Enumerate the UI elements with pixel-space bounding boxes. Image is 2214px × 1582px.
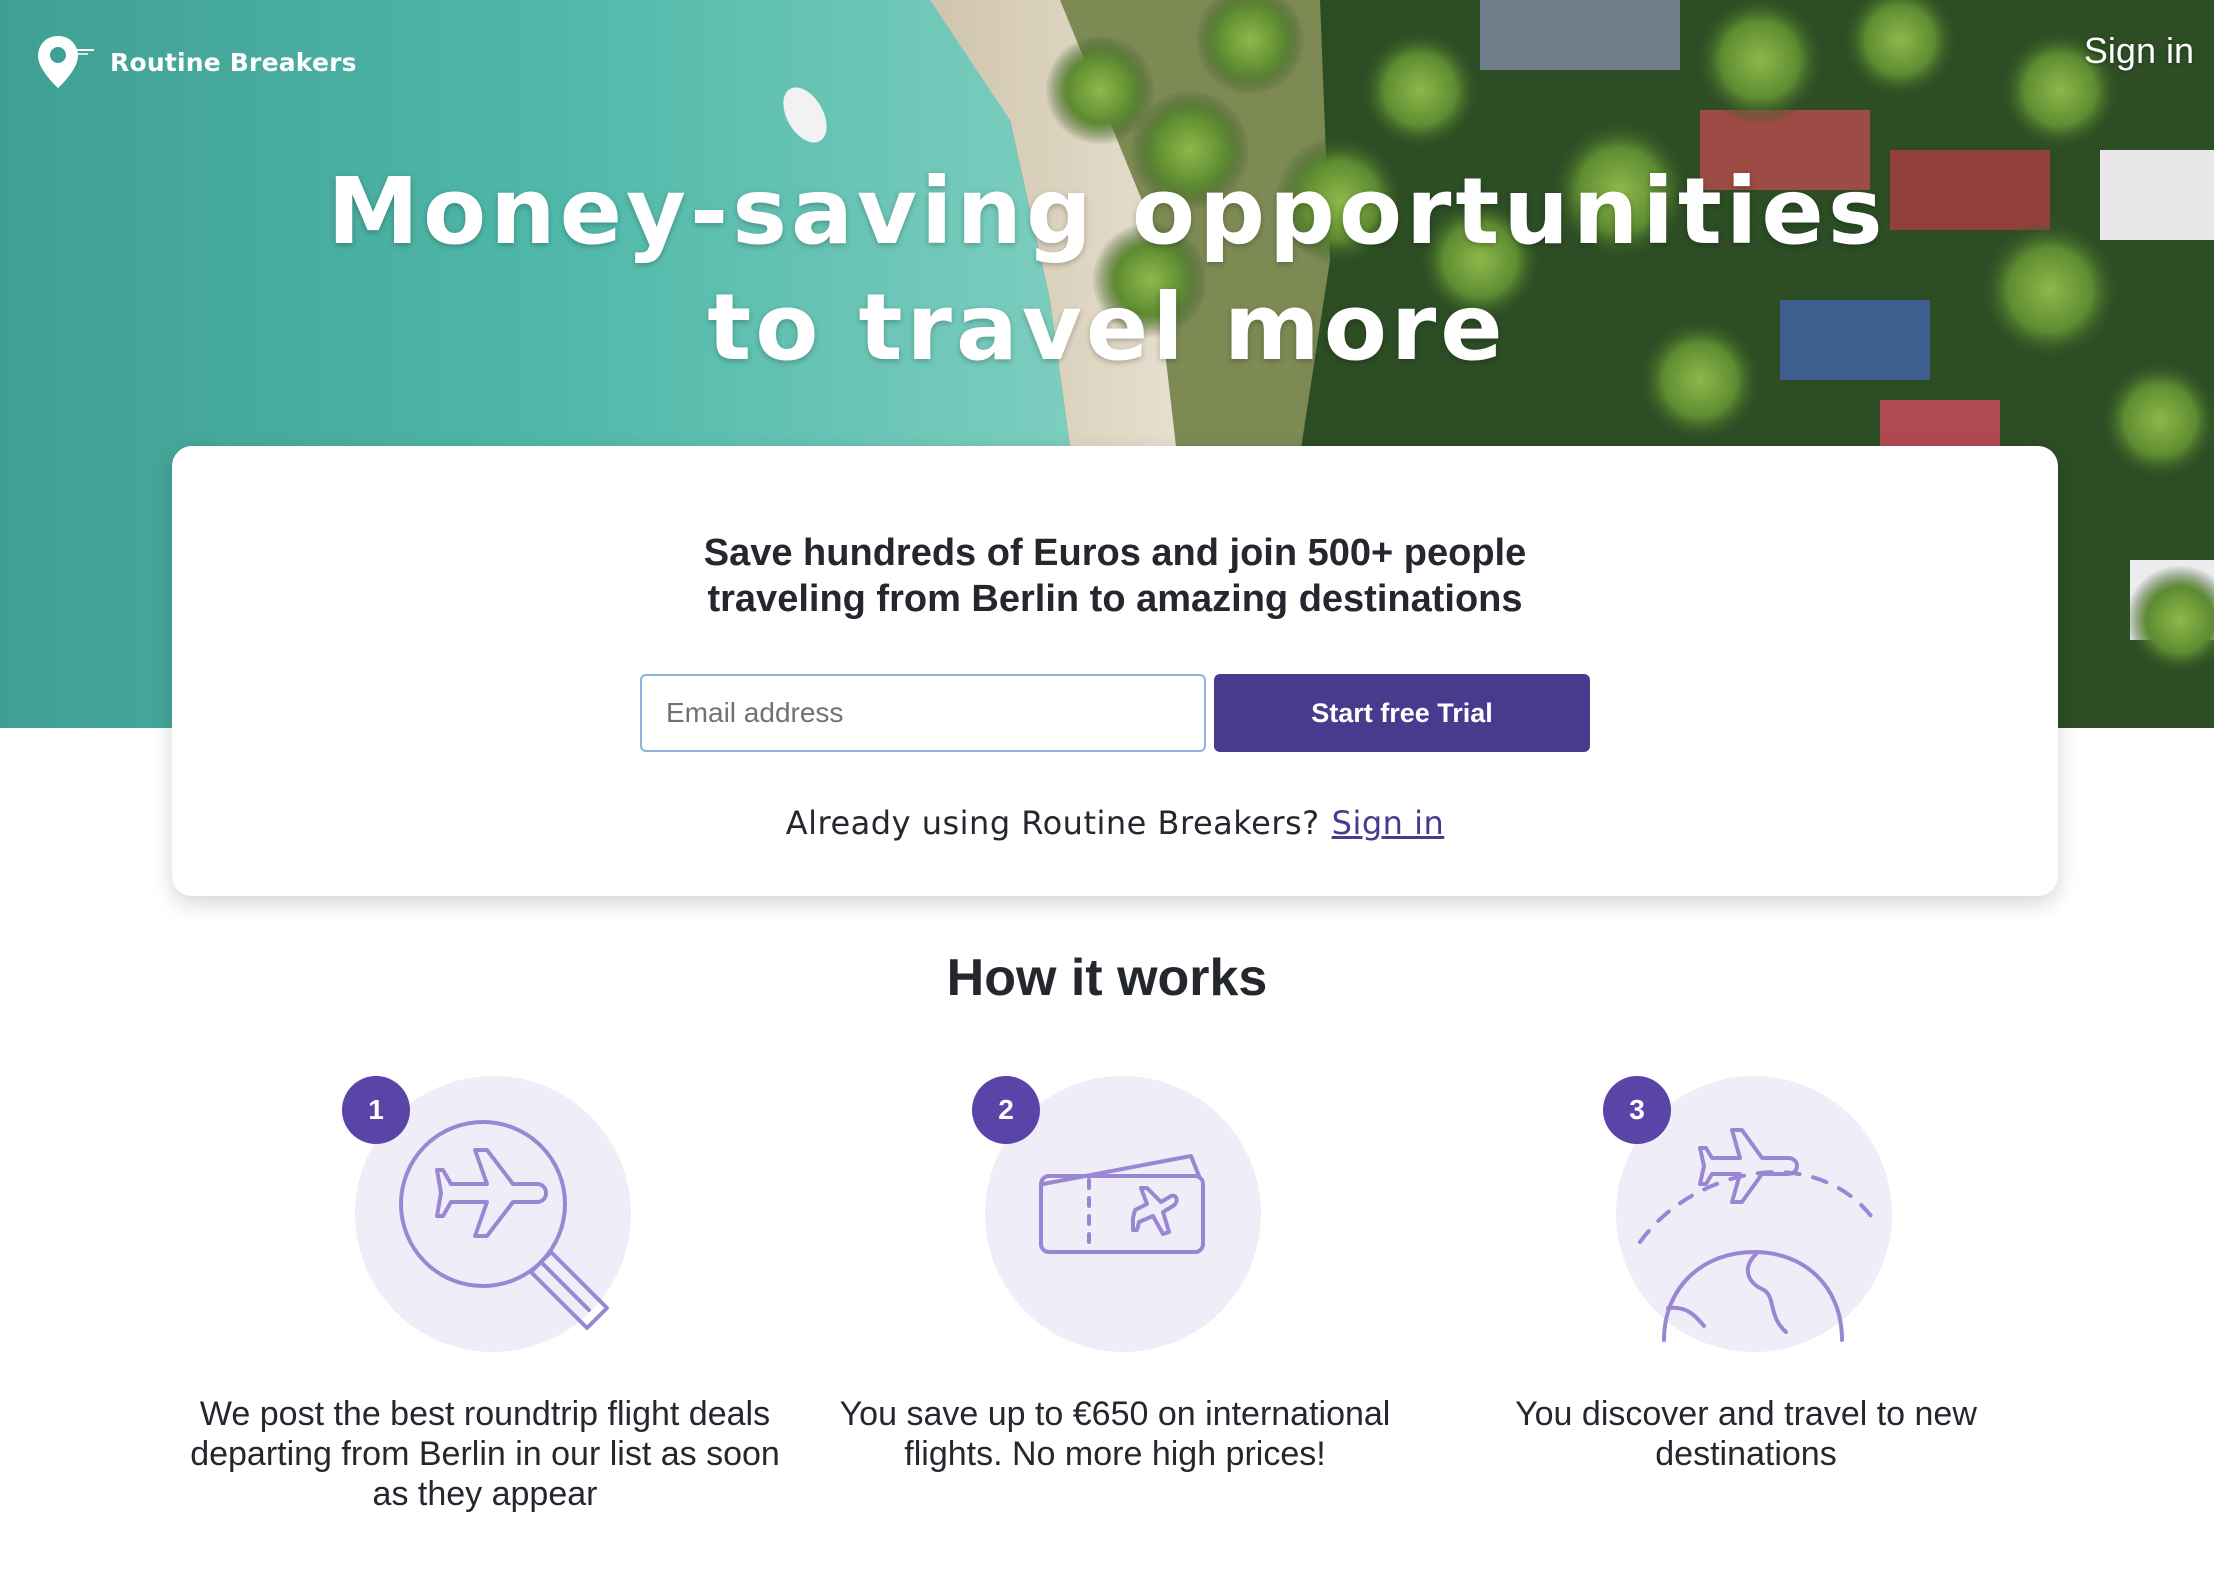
existing-user-text: Already using Routine Breakers? xyxy=(785,804,1320,842)
step-number-badge: 1 xyxy=(342,1076,410,1144)
existing-user-prompt: Already using Routine Breakers? Sign in xyxy=(172,804,2058,842)
step-description: You discover and travel to new destinati… xyxy=(1515,1395,1977,1473)
email-input[interactable] xyxy=(640,674,1206,752)
brand-logo[interactable]: Routine Breakers xyxy=(34,32,357,92)
step-number-badge: 3 xyxy=(1603,1076,1671,1144)
start-trial-button[interactable]: Start free Trial xyxy=(1214,674,1590,752)
step-description: We post the best roundtrip flight deals … xyxy=(190,1395,780,1513)
signup-headline: Save hundreds of Euros and join 500+ peo… xyxy=(172,530,2058,622)
hero-title-line2: to travel more xyxy=(707,274,1507,381)
how-it-works-title: How it works xyxy=(946,949,1268,1007)
card-signin-link[interactable]: Sign in xyxy=(1332,804,1445,842)
signup-card: Save hundreds of Euros and join 500+ peo… xyxy=(172,446,2058,896)
step-description: You save up to €650 on international fli… xyxy=(839,1395,1391,1473)
hero-title-line1: Money-saving opportunities xyxy=(327,158,1887,265)
signup-headline-line1: Save hundreds of Euros and join 500+ peo… xyxy=(703,532,1527,574)
map-pin-icon xyxy=(38,36,94,88)
hero-title: Money-saving opportunities to travel mor… xyxy=(0,154,2214,386)
step-number-badge: 2 xyxy=(972,1076,1040,1144)
header-signin-link[interactable]: Sign in xyxy=(2084,30,2194,72)
signup-headline-line2: traveling from Berlin to amazing destina… xyxy=(707,578,1523,620)
brand-name: Routine Breakers xyxy=(110,47,357,77)
